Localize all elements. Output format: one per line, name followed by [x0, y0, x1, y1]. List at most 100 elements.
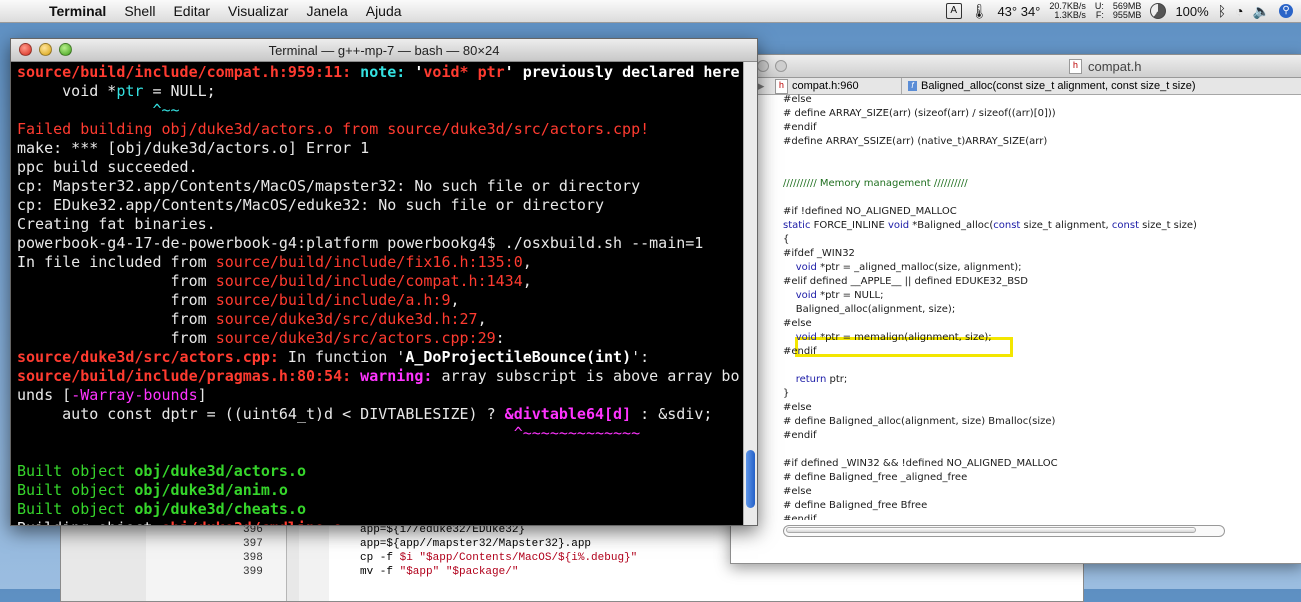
code-line: #else	[783, 318, 812, 329]
code-line: #elif defined __APPLE__ || defined EDUKE…	[783, 276, 1028, 287]
terminal-line: Built object obj/duke3d/anim.o	[17, 481, 288, 500]
text-segment: In function '	[278, 348, 406, 366]
text-segment: ^~~	[17, 101, 180, 119]
text-segment: *ptr = _aligned_malloc(size, alignment);	[816, 262, 1022, 273]
text-segment: source/build/include/compat.h:1434	[215, 272, 523, 290]
vertical-scrollbar[interactable]	[743, 62, 757, 525]
terminal-output[interactable]: source/build/include/compat.h:959:11: no…	[11, 62, 744, 525]
text-segment: -Warray-bounds	[71, 386, 198, 404]
wifi-icon[interactable]: ◔	[1235, 3, 1243, 19]
terminal-line: Creating fat binaries.	[17, 215, 216, 234]
text-segment: #endif	[783, 122, 817, 133]
text-segment: *Baligned_alloc(	[909, 220, 994, 231]
net-down: 1.3KB/s	[1054, 10, 1086, 20]
terminal-line: Built object obj/duke3d/cheats.o	[17, 500, 306, 519]
text-segment: source/build/include/a.h:9	[215, 291, 451, 309]
text-segment: from	[17, 272, 216, 290]
code-line: #else	[783, 402, 812, 413]
text-segment: warning:	[360, 367, 442, 385]
text-segment: ...	[342, 519, 369, 525]
terminal-line: from source/build/include/compat.h:1434,	[17, 272, 532, 291]
text-segment: Built object	[17, 462, 135, 480]
text-segment: from	[17, 329, 216, 347]
text-segment: #define ARRAY_SSIZE(arr) (native_t)ARRAY…	[783, 136, 1048, 147]
cpu-pie-icon[interactable]	[1150, 3, 1167, 19]
editor-titlebar[interactable]: h compat.h	[731, 55, 1301, 78]
text-segment: #endif	[783, 514, 817, 520]
terminal-titlebar[interactable]: Terminal — g++-mp-7 — bash — 80×24	[11, 39, 757, 62]
text-segment: void	[795, 262, 817, 273]
menu-shell[interactable]: Shell	[115, 3, 164, 19]
terminal-line: powerbook-g4-17-de-powerbook-g4:platform…	[17, 234, 703, 253]
script-line: mv -f "$app" "$package/"	[360, 566, 518, 578]
scroll-thumb[interactable]	[786, 527, 1196, 533]
menu-app-terminal[interactable]: Terminal	[40, 3, 115, 19]
scroll-thumb[interactable]	[746, 450, 755, 508]
network-stats[interactable]: 20.7KB/s 1.3KB/s	[1049, 2, 1086, 20]
terminal-line: from source/build/include/a.h:9,	[17, 291, 460, 310]
terminal-line: source/duke3d/src/actors.cpp: In functio…	[17, 348, 649, 367]
text-segment: ptr;	[826, 374, 848, 385]
terminal-line: from source/duke3d/src/duke3d.h:27,	[17, 310, 487, 329]
file-popup[interactable]: h compat.h:960	[771, 78, 902, 94]
terminal-line: source/build/include/pragmas.h:80:54: wa…	[17, 367, 739, 386]
minimize-button[interactable]	[757, 60, 769, 72]
code-line: void *ptr = memalign(alignment, size);	[783, 332, 992, 343]
horizontal-scrollbar[interactable]	[783, 525, 1225, 537]
terminal-line: cp: EDuke32.app/Contents/MacOS/eduke32: …	[17, 196, 604, 215]
menu-editar[interactable]: Editar	[164, 3, 219, 19]
text-segment: mv -f	[360, 566, 400, 578]
text-segment: source/duke3d/src/actors.cpp:	[17, 348, 279, 366]
terminal-line: Failed building obj/duke3d/actors.o from…	[17, 120, 649, 139]
editor-title-text: compat.h	[1088, 59, 1142, 74]
text-segment: cp: EDuke32.app/Contents/MacOS/eduke32: …	[17, 196, 604, 214]
text-segment: const	[993, 220, 1021, 231]
zoom-button[interactable]	[775, 60, 787, 72]
spotlight-search-icon[interactable]: ⚲	[1279, 4, 1293, 18]
text-segment: cp: Mapster32.app/Contents/MacOS/mapster…	[17, 177, 641, 195]
thermometer-icon: 🌡	[970, 2, 989, 19]
function-popup[interactable]: f Baligned_alloc(const size_t alignment,…	[902, 80, 1196, 92]
text-segment: :	[495, 329, 505, 347]
text-segment: note:	[360, 63, 415, 81]
mem-free: 955MB	[1112, 10, 1142, 20]
text-segment: #ifdef _WIN32	[783, 248, 855, 259]
code-line: # define Baligned_free _aligned_free	[783, 472, 967, 483]
terminal-line: make: *** [obj/duke3d/actors.o] Error 1	[17, 139, 369, 158]
text-segment: ^~~~~~~~~~~~~~	[17, 424, 641, 442]
text-segment: = NULL;	[143, 82, 216, 100]
editor-code-area[interactable]: #else # define ARRAY_SIZE(arr) (sizeof(ar…	[731, 94, 1301, 520]
terminal-line: auto const dptr = ((uint64_t)d < DIVTABL…	[17, 405, 712, 424]
text-segment: $i	[399, 552, 413, 564]
text-segment: ppc build succeeded.	[17, 158, 198, 176]
text-segment: Creating fat binaries.	[17, 215, 216, 233]
code-line: # define Baligned_free Bfree	[783, 500, 927, 511]
memory-labels: U: F:	[1095, 2, 1104, 20]
text-segment: auto const dptr = ((uint64_t)d < DIVTABL…	[17, 405, 505, 423]
battery-percent[interactable]: 100%	[1175, 4, 1208, 19]
text-segment: Building object	[17, 519, 162, 525]
bluetooth-icon[interactable]: ᛒ	[1218, 3, 1226, 19]
nav-function-label: Baligned_alloc(const size_t alignment, c…	[921, 80, 1196, 92]
keyboard-input-icon[interactable]: A	[945, 3, 962, 19]
menu-janela[interactable]: Janela	[297, 3, 356, 19]
text-segment: : &sdiv;	[631, 405, 713, 423]
terminal-line: ^~~~~~~~~~~~~~	[17, 424, 640, 443]
memory-stats[interactable]: 569MB 955MB	[1113, 2, 1142, 20]
volume-icon[interactable]: 🔈	[1253, 3, 1270, 20]
text-segment: "$app/Contents/MacOS/${i%.debug}"	[419, 552, 638, 564]
menu-ajuda[interactable]: Ajuda	[357, 3, 411, 19]
text-segment: void	[795, 332, 817, 343]
temperature-readout[interactable]: 43° 34°	[997, 4, 1040, 19]
code-line: #endif	[783, 122, 817, 133]
text-segment: void	[887, 220, 910, 231]
text-segment: obj/duke3d/cmdline.o	[162, 519, 343, 525]
text-segment: "$app" "$package/"	[399, 566, 519, 578]
text-segment: array subscript is above array bo	[441, 367, 740, 385]
line-number: 397	[243, 538, 263, 550]
text-segment: {	[783, 234, 790, 245]
code-line: # define Baligned_alloc(alignment, size)…	[783, 416, 1055, 427]
menu-visualizar[interactable]: Visualizar	[219, 3, 297, 19]
code-line: #define ARRAY_SSIZE(arr) (native_t)ARRAY…	[783, 136, 1047, 147]
text-segment	[783, 290, 796, 301]
